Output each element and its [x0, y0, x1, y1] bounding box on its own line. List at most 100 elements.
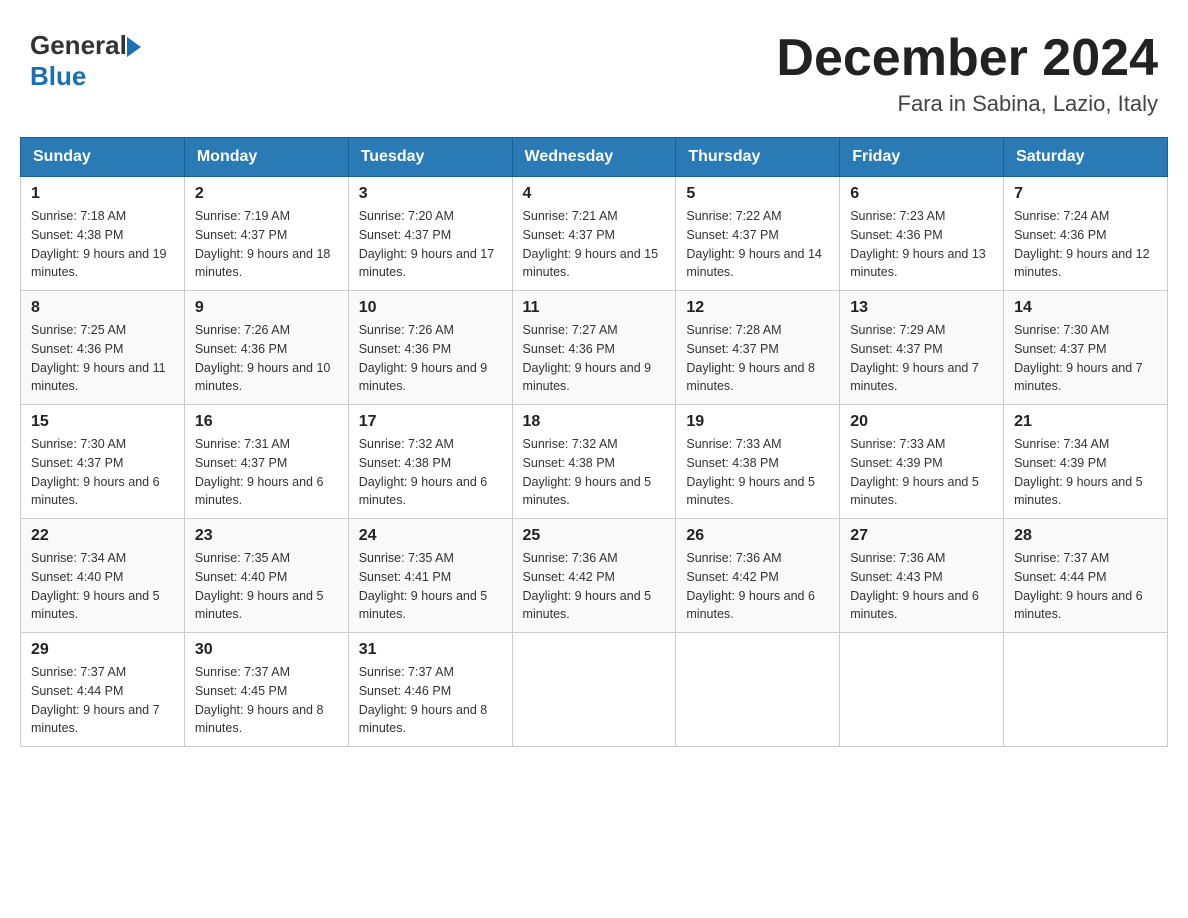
- day-number: 21: [1014, 413, 1157, 431]
- daylight-text: Daylight: 9 hours and 7 minutes.: [1014, 361, 1143, 394]
- sunset-text: Sunset: 4:38 PM: [359, 456, 451, 470]
- sunrise-text: Sunrise: 7:20 AM: [359, 209, 454, 223]
- sunset-text: Sunset: 4:36 PM: [850, 228, 942, 242]
- sunset-text: Sunset: 4:38 PM: [31, 228, 123, 242]
- day-number: 15: [31, 413, 174, 431]
- daylight-text: Daylight: 9 hours and 7 minutes.: [850, 361, 979, 394]
- day-number: 12: [686, 299, 829, 317]
- sunrise-text: Sunrise: 7:32 AM: [523, 437, 618, 451]
- day-info: Sunrise: 7:34 AM Sunset: 4:40 PM Dayligh…: [31, 549, 174, 624]
- table-row: 19 Sunrise: 7:33 AM Sunset: 4:38 PM Dayl…: [676, 405, 840, 519]
- table-row: 13 Sunrise: 7:29 AM Sunset: 4:37 PM Dayl…: [840, 291, 1004, 405]
- table-row: 9 Sunrise: 7:26 AM Sunset: 4:36 PM Dayli…: [184, 291, 348, 405]
- day-info: Sunrise: 7:36 AM Sunset: 4:42 PM Dayligh…: [523, 549, 666, 624]
- table-row: 1 Sunrise: 7:18 AM Sunset: 4:38 PM Dayli…: [21, 177, 185, 291]
- daylight-text: Daylight: 9 hours and 5 minutes.: [1014, 475, 1143, 508]
- day-info: Sunrise: 7:35 AM Sunset: 4:41 PM Dayligh…: [359, 549, 502, 624]
- day-number: 27: [850, 527, 993, 545]
- calendar-table: Sunday Monday Tuesday Wednesday Thursday…: [20, 137, 1168, 747]
- sunset-text: Sunset: 4:40 PM: [195, 570, 287, 584]
- sunset-text: Sunset: 4:36 PM: [195, 342, 287, 356]
- sunrise-text: Sunrise: 7:19 AM: [195, 209, 290, 223]
- day-number: 3: [359, 185, 502, 203]
- sunset-text: Sunset: 4:37 PM: [523, 228, 615, 242]
- sunset-text: Sunset: 4:37 PM: [359, 228, 451, 242]
- daylight-text: Daylight: 9 hours and 5 minutes.: [359, 589, 488, 622]
- day-number: 10: [359, 299, 502, 317]
- day-info: Sunrise: 7:37 AM Sunset: 4:46 PM Dayligh…: [359, 663, 502, 738]
- calendar-week-row: 15 Sunrise: 7:30 AM Sunset: 4:37 PM Dayl…: [21, 405, 1168, 519]
- sunrise-text: Sunrise: 7:30 AM: [31, 437, 126, 451]
- logo-arrow-icon: [127, 37, 141, 57]
- table-row: 4 Sunrise: 7:21 AM Sunset: 4:37 PM Dayli…: [512, 177, 676, 291]
- sunset-text: Sunset: 4:37 PM: [1014, 342, 1106, 356]
- sunrise-text: Sunrise: 7:37 AM: [359, 665, 454, 679]
- calendar-week-row: 8 Sunrise: 7:25 AM Sunset: 4:36 PM Dayli…: [21, 291, 1168, 405]
- daylight-text: Daylight: 9 hours and 5 minutes.: [850, 475, 979, 508]
- sunset-text: Sunset: 4:38 PM: [523, 456, 615, 470]
- sunrise-text: Sunrise: 7:26 AM: [195, 323, 290, 337]
- day-info: Sunrise: 7:26 AM Sunset: 4:36 PM Dayligh…: [359, 321, 502, 396]
- daylight-text: Daylight: 9 hours and 6 minutes.: [850, 589, 979, 622]
- sunrise-text: Sunrise: 7:31 AM: [195, 437, 290, 451]
- calendar-location: Fara in Sabina, Lazio, Italy: [776, 91, 1158, 117]
- day-info: Sunrise: 7:25 AM Sunset: 4:36 PM Dayligh…: [31, 321, 174, 396]
- sunrise-text: Sunrise: 7:33 AM: [850, 437, 945, 451]
- day-number: 26: [686, 527, 829, 545]
- sunrise-text: Sunrise: 7:23 AM: [850, 209, 945, 223]
- table-row: 31 Sunrise: 7:37 AM Sunset: 4:46 PM Dayl…: [348, 633, 512, 747]
- table-row: 8 Sunrise: 7:25 AM Sunset: 4:36 PM Dayli…: [21, 291, 185, 405]
- daylight-text: Daylight: 9 hours and 8 minutes.: [359, 703, 488, 736]
- sunset-text: Sunset: 4:46 PM: [359, 684, 451, 698]
- table-row: 12 Sunrise: 7:28 AM Sunset: 4:37 PM Dayl…: [676, 291, 840, 405]
- sunrise-text: Sunrise: 7:22 AM: [686, 209, 781, 223]
- day-number: 19: [686, 413, 829, 431]
- sunrise-text: Sunrise: 7:33 AM: [686, 437, 781, 451]
- day-number: 28: [1014, 527, 1157, 545]
- day-number: 24: [359, 527, 502, 545]
- col-saturday: Saturday: [1004, 138, 1168, 177]
- day-info: Sunrise: 7:34 AM Sunset: 4:39 PM Dayligh…: [1014, 435, 1157, 510]
- sunset-text: Sunset: 4:38 PM: [686, 456, 778, 470]
- day-info: Sunrise: 7:30 AM Sunset: 4:37 PM Dayligh…: [1014, 321, 1157, 396]
- logo-general-text: General: [30, 30, 127, 61]
- table-row: 3 Sunrise: 7:20 AM Sunset: 4:37 PM Dayli…: [348, 177, 512, 291]
- sunset-text: Sunset: 4:36 PM: [1014, 228, 1106, 242]
- sunrise-text: Sunrise: 7:34 AM: [1014, 437, 1109, 451]
- day-info: Sunrise: 7:26 AM Sunset: 4:36 PM Dayligh…: [195, 321, 338, 396]
- sunrise-text: Sunrise: 7:36 AM: [523, 551, 618, 565]
- day-number: 17: [359, 413, 502, 431]
- day-info: Sunrise: 7:18 AM Sunset: 4:38 PM Dayligh…: [31, 207, 174, 282]
- sunset-text: Sunset: 4:37 PM: [686, 228, 778, 242]
- table-row: 7 Sunrise: 7:24 AM Sunset: 4:36 PM Dayli…: [1004, 177, 1168, 291]
- day-number: 5: [686, 185, 829, 203]
- sunrise-text: Sunrise: 7:26 AM: [359, 323, 454, 337]
- daylight-text: Daylight: 9 hours and 5 minutes.: [686, 475, 815, 508]
- day-number: 7: [1014, 185, 1157, 203]
- daylight-text: Daylight: 9 hours and 14 minutes.: [686, 247, 822, 280]
- sunrise-text: Sunrise: 7:34 AM: [31, 551, 126, 565]
- day-number: 18: [523, 413, 666, 431]
- table-row: 6 Sunrise: 7:23 AM Sunset: 4:36 PM Dayli…: [840, 177, 1004, 291]
- sunrise-text: Sunrise: 7:27 AM: [523, 323, 618, 337]
- table-row: 14 Sunrise: 7:30 AM Sunset: 4:37 PM Dayl…: [1004, 291, 1168, 405]
- day-number: 25: [523, 527, 666, 545]
- calendar-title-block: December 2024 Fara in Sabina, Lazio, Ita…: [776, 30, 1158, 117]
- sunrise-text: Sunrise: 7:35 AM: [359, 551, 454, 565]
- sunset-text: Sunset: 4:37 PM: [195, 456, 287, 470]
- daylight-text: Daylight: 9 hours and 6 minutes.: [686, 589, 815, 622]
- col-sunday: Sunday: [21, 138, 185, 177]
- table-row: 11 Sunrise: 7:27 AM Sunset: 4:36 PM Dayl…: [512, 291, 676, 405]
- day-info: Sunrise: 7:31 AM Sunset: 4:37 PM Dayligh…: [195, 435, 338, 510]
- col-thursday: Thursday: [676, 138, 840, 177]
- day-number: 16: [195, 413, 338, 431]
- table-row: [676, 633, 840, 747]
- day-number: 14: [1014, 299, 1157, 317]
- day-info: Sunrise: 7:32 AM Sunset: 4:38 PM Dayligh…: [523, 435, 666, 510]
- table-row: 10 Sunrise: 7:26 AM Sunset: 4:36 PM Dayl…: [348, 291, 512, 405]
- calendar-week-row: 22 Sunrise: 7:34 AM Sunset: 4:40 PM Dayl…: [21, 519, 1168, 633]
- day-info: Sunrise: 7:33 AM Sunset: 4:39 PM Dayligh…: [850, 435, 993, 510]
- sunset-text: Sunset: 4:39 PM: [1014, 456, 1106, 470]
- logo: General Blue: [30, 30, 141, 92]
- daylight-text: Daylight: 9 hours and 5 minutes.: [523, 589, 652, 622]
